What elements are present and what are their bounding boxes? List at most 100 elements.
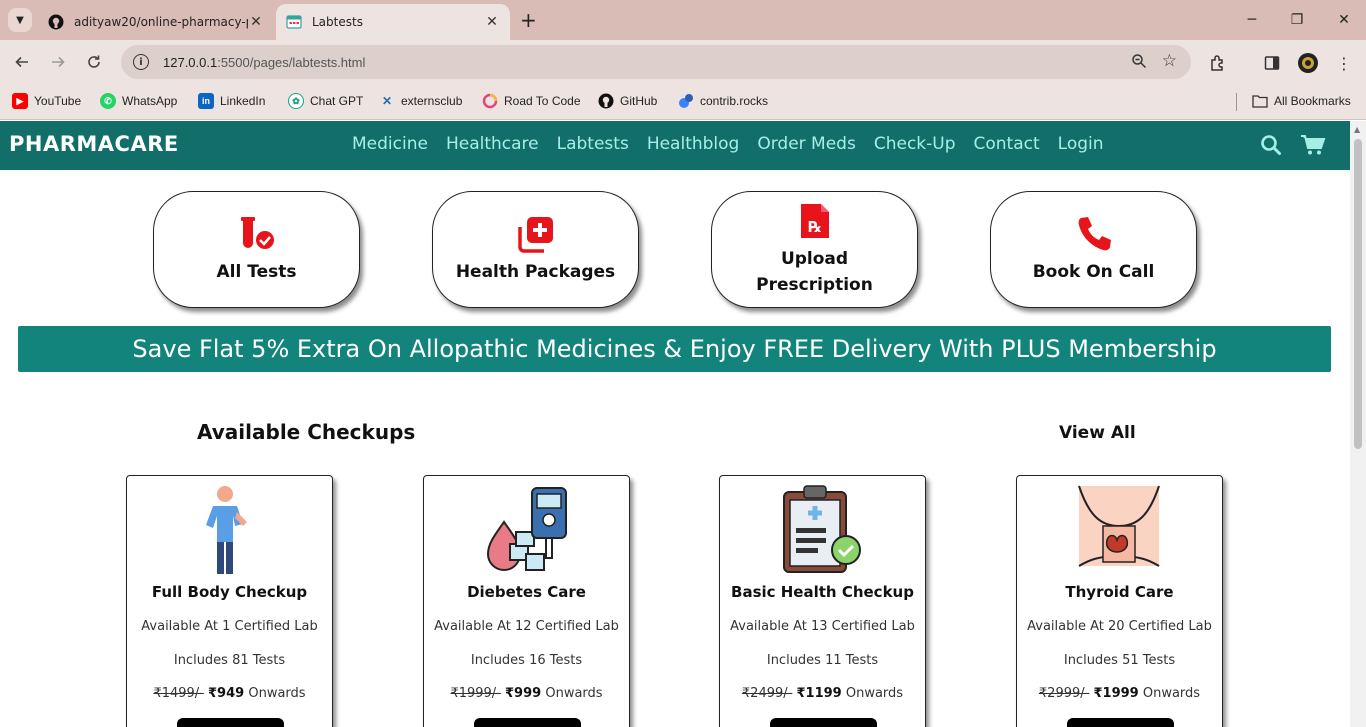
address-bar[interactable]: i 127.0.0.1:5500/pages/labtests.html ☆ — [121, 45, 1191, 79]
checkup-price: ₹2499/- ₹1199 Onwards — [741, 686, 904, 701]
checkup-availability: Available At 13 Certified Lab — [730, 619, 915, 634]
reload-icon[interactable] — [84, 52, 104, 72]
github-icon — [598, 93, 614, 109]
book-now-button[interactable]: Book Now — [770, 718, 877, 727]
profile-avatar[interactable] — [1297, 52, 1319, 74]
all-bookmarks[interactable]: All Bookmarks — [1252, 93, 1351, 109]
category-book-on-call[interactable]: Book On Call — [990, 191, 1197, 308]
bookmark-star-icon[interactable]: ☆ — [1162, 51, 1177, 71]
site-info-icon[interactable]: i — [133, 54, 149, 70]
tab-labtests[interactable]: Labtests ✕ — [276, 4, 510, 40]
test-tube-icon — [237, 215, 277, 257]
menu-login[interactable]: Login — [1058, 134, 1104, 154]
category-label: Upload Prescription — [756, 248, 873, 295]
checkup-price: ₹2999/- ₹1999 Onwards — [1038, 686, 1201, 701]
checkup-card-basic-health: Basic Health Checkup Available At 13 Cer… — [719, 475, 926, 727]
bookmark-divider — [1236, 93, 1237, 111]
menu-check-up[interactable]: Check-Up — [874, 134, 956, 154]
view-all-link[interactable]: View All — [1059, 423, 1136, 443]
book-now-button[interactable]: Book Now — [474, 718, 581, 727]
minimize-icon[interactable]: ─ — [1232, 8, 1272, 32]
tab-search-button[interactable]: ▼ — [8, 8, 32, 32]
kebab-menu-icon[interactable]: ⋮ — [1333, 52, 1355, 74]
tab-github[interactable]: adityaw20/online-pharmacy-pr ✕ — [38, 4, 274, 40]
page-scrollbar[interactable]: ▲ — [1350, 121, 1366, 727]
menu-healthblog[interactable]: Healthblog — [647, 134, 740, 154]
new-tab-button[interactable]: + — [520, 8, 537, 32]
checkup-availability: Available At 12 Certified Lab — [434, 619, 619, 634]
scrollbar-thumb[interactable] — [1354, 139, 1362, 449]
checkup-price: ₹1499/- ₹949 Onwards — [153, 686, 306, 701]
glucometer-illustration-icon — [474, 484, 579, 576]
calendar-icon — [286, 14, 302, 30]
zoom-icon[interactable] — [1131, 53, 1147, 73]
medical-kit-icon — [516, 215, 556, 257]
section-title: Available Checkups — [197, 420, 416, 444]
page-viewport: PHARMACARE Medicine Healthcare Labtests … — [0, 121, 1350, 727]
github-icon — [48, 14, 64, 30]
bookmark-youtube[interactable]: ▶ YouTube — [12, 93, 81, 109]
checkup-card-diabetes: Diebetes Care Available At 12 Certified … — [423, 475, 630, 727]
bookmarks-bar: ▶ YouTube ✆ WhatsApp in LinkedIn ✿ Chat GPT … — [0, 84, 1366, 120]
checkup-tests: Includes 81 Tests — [173, 653, 286, 668]
tab-title: adityaw20/online-pharmacy-pr — [74, 15, 248, 29]
phone-icon — [1074, 215, 1114, 257]
menu-labtests[interactable]: Labtests — [557, 134, 629, 154]
checkup-card-thyroid: Thyroid Care Available At 20 Certified L… — [1016, 475, 1223, 727]
checkup-availability: Available At 1 Certified Lab — [141, 619, 318, 634]
promo-banner: Save Flat 5% Extra On Allopathic Medicin… — [18, 326, 1331, 372]
category-label: All Tests — [216, 261, 297, 282]
back-arrow-icon[interactable] — [12, 52, 32, 72]
thyroid-illustration-icon — [1067, 484, 1172, 576]
checkup-tests: Includes 51 Tests — [1063, 653, 1176, 668]
bookmark-roadtocode[interactable]: Road To Code — [482, 93, 581, 109]
menu-medicine[interactable]: Medicine — [352, 134, 428, 154]
scroll-up-icon[interactable]: ▲ — [1354, 125, 1360, 134]
svg-text:℞: ℞ — [808, 218, 821, 236]
checkup-price: ₹1999/- ₹999 Onwards — [450, 686, 603, 701]
checkup-name: Full Body Checkup — [151, 583, 308, 601]
category-health-packages[interactable]: Health Packages — [432, 191, 639, 308]
side-panel-icon[interactable] — [1261, 52, 1283, 74]
chevron-down-icon: ▼ — [16, 14, 24, 26]
prescription-icon: ℞ — [799, 202, 831, 244]
checkup-availability: Available At 20 Certified Lab — [1027, 619, 1212, 634]
main-menu: Medicine Healthcare Labtests Healthblog … — [352, 134, 1104, 154]
book-now-button[interactable]: Book Now — [1067, 718, 1174, 727]
whatsapp-icon: ✆ — [100, 93, 116, 109]
extensions-icon[interactable] — [1207, 52, 1229, 74]
category-upload-prescription[interactable]: ℞ Upload Prescription — [711, 191, 918, 308]
checkup-name: Basic Health Checkup — [731, 583, 914, 601]
linkedin-icon: in — [198, 93, 214, 109]
bookmark-chatgpt[interactable]: ✿ Chat GPT — [288, 93, 363, 109]
restore-icon[interactable]: ❐ — [1277, 8, 1317, 32]
checkup-name: Thyroid Care — [1065, 583, 1174, 601]
youtube-icon: ▶ — [12, 93, 28, 109]
checkup-tests: Includes 11 Tests — [766, 653, 879, 668]
close-icon[interactable]: ✕ — [484, 14, 500, 30]
category-label: Book On Call — [1032, 261, 1155, 282]
bookmark-github[interactable]: GitHub — [598, 93, 657, 109]
book-now-button[interactable]: Book Now — [177, 718, 284, 727]
menu-contact[interactable]: Contact — [974, 134, 1040, 154]
close-window-icon[interactable]: ✕ — [1324, 8, 1364, 32]
bookmark-externsclub[interactable]: ✕ externsclub — [379, 93, 462, 109]
forward-arrow-icon[interactable] — [48, 52, 68, 72]
tab-title: Labtests — [312, 15, 363, 29]
person-illustration-icon — [177, 484, 282, 576]
browser-tab-bar: ▼ adityaw20/online-pharmacy-pr ✕ Labtest… — [0, 0, 1366, 40]
folder-icon — [1252, 93, 1268, 109]
bookmark-linkedin[interactable]: in LinkedIn — [198, 93, 265, 109]
search-icon[interactable] — [1260, 134, 1282, 156]
cart-icon[interactable] — [1300, 134, 1326, 156]
bookmark-whatsapp[interactable]: ✆ WhatsApp — [100, 93, 177, 109]
brand-logo[interactable]: PHARMACARE — [9, 132, 179, 156]
category-all-tests[interactable]: All Tests — [153, 191, 360, 308]
bookmark-contrib[interactable]: contrib.rocks — [678, 93, 768, 109]
roadtocode-icon — [482, 93, 498, 109]
menu-healthcare[interactable]: Healthcare — [446, 134, 539, 154]
menu-order-meds[interactable]: Order Meds — [757, 134, 856, 154]
browser-toolbar: i 127.0.0.1:5500/pages/labtests.html ☆ ⋮ — [0, 40, 1366, 84]
close-icon[interactable]: ✕ — [248, 14, 264, 30]
checkup-name: Diebetes Care — [467, 583, 586, 601]
